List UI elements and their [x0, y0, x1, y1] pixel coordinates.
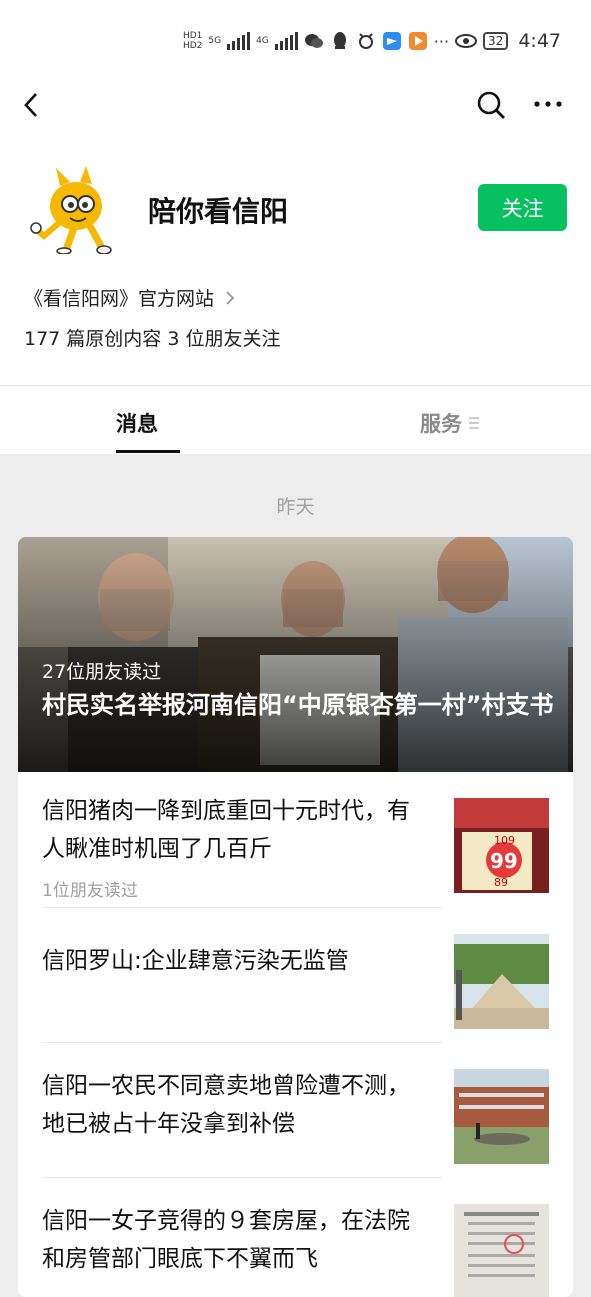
wechat-icon: [304, 34, 323, 48]
hd2-label: HD2: [182, 41, 203, 51]
thumb-price-1: 109: [494, 834, 515, 847]
thumb-price-2: 99: [490, 849, 518, 873]
separator: [42, 1042, 442, 1043]
account-description-text: 《看信阳网》官方网站: [24, 288, 215, 310]
account-logo[interactable]: [30, 166, 118, 254]
separator: [42, 907, 442, 908]
qq-icon: [333, 32, 346, 49]
article-thumbnail: [454, 934, 549, 1029]
more-icon[interactable]: [532, 94, 564, 114]
tab-services-label: 服务: [420, 412, 462, 436]
list-item[interactable]: 信阳猪肉一降到底重回十元时代，有人瞅准时机囤了几百斤 1位朋友读过 109 99…: [42, 792, 573, 902]
chevron-left-icon[interactable]: [18, 90, 48, 120]
article-title: 信阳猪肉一降到底重回十元时代，有人瞅准时机囤了几百斤: [42, 798, 410, 862]
top-nav: [0, 86, 591, 126]
hero-article[interactable]: 27位朋友读过 村民实名举报河南信阳“中原银杏第一村”村支书: [18, 537, 573, 772]
article-thumbnail: [454, 1204, 549, 1297]
article-title: 信阳一女子竞得的９套房屋，在法院和房管部门眼底下不翼而飞: [42, 1208, 410, 1272]
hero-read-by: 27位朋友读过: [42, 661, 162, 683]
menu-icon: [469, 417, 479, 429]
signal-icon-2: [274, 32, 298, 50]
active-tab-indicator: [116, 450, 180, 453]
article-thumbnail: 109 99 89: [454, 798, 549, 893]
article-title: 信阳一农民不同意卖地曾险遭不测，地已被占十年没拿到补偿: [42, 1073, 410, 1137]
tab-services[interactable]: 服务: [420, 408, 480, 438]
tab-messages[interactable]: 消息: [116, 408, 158, 438]
tab-bar: 消息 服务: [0, 386, 591, 454]
video-app-icon: [408, 32, 427, 50]
clock: 4:47: [518, 30, 561, 52]
status-bar: HD1 HD2 5G 4G ··· 32 4:47: [0, 0, 591, 86]
article-read-by: 1位朋友读过: [42, 881, 138, 901]
hd-indicator: HD1 HD2: [183, 31, 202, 51]
list-item[interactable]: 信阳一农民不同意卖地曾险遭不测，地已被占十年没拿到补偿: [42, 1067, 573, 1177]
battery-icon: 32: [483, 32, 509, 50]
mail-app-icon: [382, 32, 401, 50]
more-notifications-icon: ···: [433, 31, 450, 51]
hd1-label: HD1: [182, 31, 203, 41]
hero-image: [18, 537, 573, 772]
list-item[interactable]: 信阳罗山:企业肆意污染无监管: [42, 934, 573, 1042]
eye-icon: [455, 34, 478, 48]
chevron-right-icon: [226, 290, 235, 305]
account-description[interactable]: 《看信阳网》官方网站: [24, 284, 236, 311]
list-item[interactable]: 信阳一女子竞得的９套房屋，在法院和房管部门眼底下不翼而飞: [42, 1202, 573, 1297]
account-profile: 陪你看信阳 关注 《看信阳网》官方网站 177 篇原创内容 3 位朋友关注: [0, 126, 591, 386]
hero-title: 村民实名举报河南信阳“中原银杏第一村”村支书: [42, 691, 554, 719]
app-icon: [358, 33, 373, 49]
article-thumbnail: [454, 1069, 549, 1164]
account-stats: 177 篇原创内容 3 位朋友关注: [24, 328, 281, 350]
article-title: 信阳罗山:企业肆意污染无监管: [42, 948, 349, 974]
network-4g-label: 4G: [256, 36, 269, 46]
signal-icon: [227, 32, 251, 50]
network-5g-label: 5G: [208, 36, 222, 46]
account-name: 陪你看信阳: [148, 195, 289, 228]
article-card: 27位朋友读过 村民实名举报河南信阳“中原银杏第一村”村支书 信阳猪肉一降到底重…: [18, 537, 573, 1297]
date-label: 昨天: [276, 496, 315, 518]
follow-button[interactable]: 关注: [478, 184, 567, 231]
separator: [42, 1177, 442, 1178]
search-icon[interactable]: [474, 88, 508, 122]
thumb-price-3: 89: [494, 876, 508, 889]
